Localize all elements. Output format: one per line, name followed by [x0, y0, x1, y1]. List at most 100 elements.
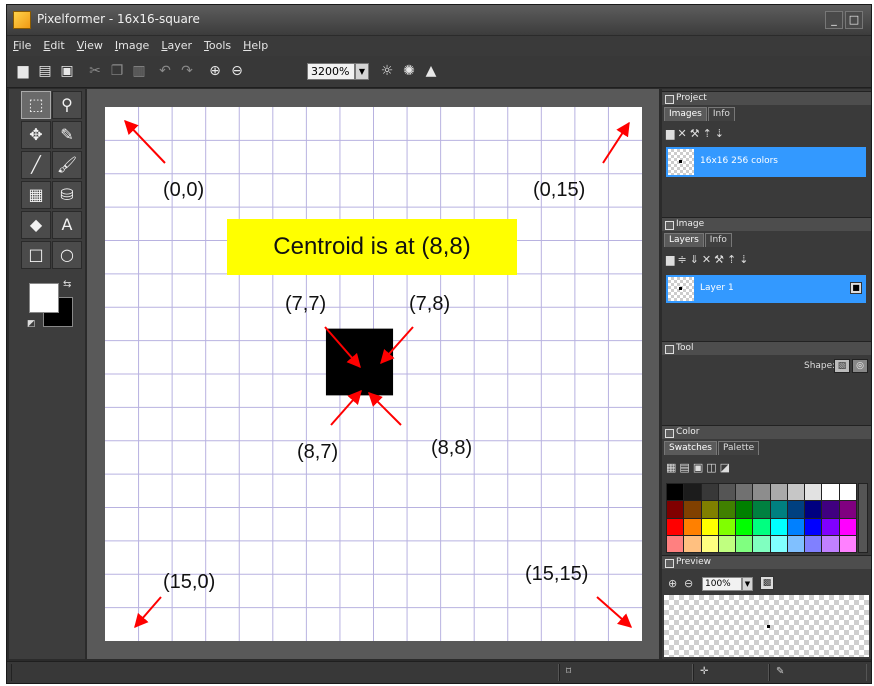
preview-panel-header[interactable]: Preview	[662, 555, 871, 569]
color-panel-header[interactable]: Color	[662, 425, 871, 439]
color-swatch[interactable]	[753, 518, 770, 535]
new-icon[interactable]: ▆	[15, 63, 31, 79]
hue-icon[interactable]: ▲	[423, 63, 439, 79]
color-swatch[interactable]	[718, 535, 736, 552]
tool-panel-header[interactable]: Tool	[662, 341, 871, 355]
tab-palette[interactable]: Palette	[718, 441, 760, 455]
swatch-grid[interactable]	[666, 483, 857, 553]
menu-item[interactable]: Tools	[198, 36, 237, 56]
menu-item[interactable]: Help	[237, 36, 274, 56]
grid-view-icon[interactable]: ▦	[666, 461, 679, 474]
color-swatch[interactable]	[684, 501, 701, 518]
color-swatch[interactable]	[787, 484, 805, 501]
tab-project-info[interactable]: Info	[707, 107, 735, 121]
preview-zoom-input[interactable]: 100%	[702, 577, 742, 591]
layer-up-icon[interactable]: ⇡	[727, 253, 739, 266]
color-swatch[interactable]	[684, 535, 701, 552]
color-swatch[interactable]	[770, 501, 787, 518]
layer-visibility-icon[interactable]: ■	[850, 282, 862, 294]
text-icon[interactable]: A	[52, 211, 82, 239]
save-icon[interactable]: ▣	[59, 63, 75, 79]
color-swatch[interactable]	[667, 501, 684, 518]
color-swatch[interactable]	[822, 535, 839, 552]
color-swatch[interactable]	[753, 484, 770, 501]
preview-zoom-in-icon[interactable]: ⊕	[668, 577, 677, 590]
delete-layer-icon[interactable]: ✕	[702, 253, 714, 266]
color-swatch[interactable]	[718, 501, 736, 518]
color-swatch[interactable]	[770, 535, 787, 552]
gradient-icon[interactable]: ▦	[21, 181, 51, 209]
maximize-button[interactable]: □	[845, 11, 863, 29]
color-swatch[interactable]	[718, 484, 736, 501]
remove-swatch-icon[interactable]: ◪	[720, 461, 733, 474]
tab-images[interactable]: Images	[664, 107, 707, 121]
layer-properties-icon[interactable]: ⚒	[714, 253, 727, 266]
move-up-icon[interactable]: ⇡	[703, 127, 715, 140]
reset-colors-icon[interactable]: ◩	[27, 319, 36, 329]
color-swatch[interactable]	[701, 501, 718, 518]
color-swatch[interactable]	[805, 484, 822, 501]
color-swatch[interactable]	[770, 518, 787, 535]
foreground-color-swatch[interactable]	[29, 283, 59, 313]
save-palette-icon[interactable]: ▣	[693, 461, 706, 474]
move-icon[interactable]: ✥	[21, 121, 51, 149]
contrast-icon[interactable]: ✺	[401, 63, 417, 79]
redo-icon[interactable]: ↷	[179, 63, 195, 79]
color-swatch[interactable]	[770, 484, 787, 501]
move-down-icon[interactable]: ⇣	[715, 127, 727, 140]
menu-item[interactable]: File	[7, 36, 37, 56]
swatch-scrollbar[interactable]	[858, 483, 868, 553]
color-swatch[interactable]	[787, 518, 805, 535]
zoom-dropdown-button[interactable]: ▼	[355, 63, 369, 80]
color-swatch[interactable]	[736, 518, 753, 535]
preview-zoom-dropdown[interactable]: ▼	[742, 577, 753, 591]
filled-pixel[interactable]	[359, 362, 394, 396]
magic-wand-icon[interactable]: ⚲	[52, 91, 82, 119]
shape-circle-icon[interactable]: ◎	[852, 359, 868, 373]
color-swatch[interactable]	[667, 535, 684, 552]
color-swatch[interactable]	[736, 535, 753, 552]
properties-icon[interactable]: ⚒	[690, 127, 703, 140]
color-swatch[interactable]	[822, 501, 839, 518]
menu-item[interactable]: Layer	[155, 36, 198, 56]
color-swatch[interactable]	[805, 518, 822, 535]
cut-icon[interactable]: ✂	[87, 63, 103, 79]
preview-background-icon[interactable]: ▩	[760, 576, 774, 590]
color-swatch[interactable]	[736, 484, 753, 501]
image-panel-header[interactable]: Image	[662, 217, 871, 231]
zoom-out-icon[interactable]: ⊖	[229, 63, 245, 79]
merge-layer-icon[interactable]: ⇓	[690, 253, 702, 266]
minimize-button[interactable]: _	[825, 11, 843, 29]
swap-colors-icon[interactable]: ⇆	[63, 279, 71, 290]
menu-item[interactable]: View	[71, 36, 109, 56]
open-icon[interactable]: ▤	[37, 63, 53, 79]
color-swatch[interactable]	[684, 518, 701, 535]
add-swatch-icon[interactable]: ◫	[706, 461, 719, 474]
delete-image-icon[interactable]: ✕	[677, 127, 689, 140]
color-swatch[interactable]	[701, 518, 718, 535]
color-swatch[interactable]	[718, 518, 736, 535]
color-swatch[interactable]	[787, 535, 805, 552]
menu-item[interactable]: Image	[109, 36, 155, 56]
paste-icon[interactable]: ▥	[131, 63, 147, 79]
rectangle-icon[interactable]: □	[21, 241, 51, 269]
tab-swatches[interactable]: Swatches	[664, 441, 717, 455]
project-panel-header[interactable]: Project	[662, 91, 871, 105]
color-swatch[interactable]	[753, 535, 770, 552]
color-swatch[interactable]	[839, 518, 856, 535]
shape-square-icon[interactable]: ▧	[834, 359, 850, 373]
add-layer-icon[interactable]: ▆	[666, 253, 677, 266]
layer-down-icon[interactable]: ⇣	[739, 253, 751, 266]
rect-select-icon[interactable]: ⬚	[21, 91, 51, 119]
color-swatch[interactable]	[753, 501, 770, 518]
eraser-icon[interactable]: ◆	[21, 211, 51, 239]
filled-pixel[interactable]	[325, 362, 360, 396]
color-swatch[interactable]	[684, 484, 701, 501]
fill-icon[interactable]: ⛁	[52, 181, 82, 209]
color-swatch[interactable]	[701, 484, 718, 501]
zoom-level-input[interactable]: 3200%	[307, 63, 355, 80]
color-swatch[interactable]	[839, 484, 856, 501]
tab-image-info[interactable]: Info	[704, 233, 732, 247]
copy-icon[interactable]: ❐	[109, 63, 125, 79]
zoom-in-icon[interactable]: ⊕	[207, 63, 223, 79]
